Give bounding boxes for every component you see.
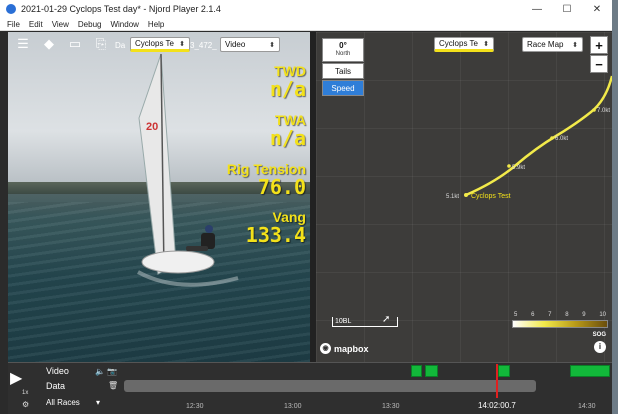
menu-window[interactable]: Window: [110, 20, 138, 29]
speed-label: 6.0kt: [555, 136, 568, 142]
metric-rig-tension: Rig Tension 76.0: [220, 162, 306, 199]
chevron-down-icon: ⬍: [483, 40, 489, 48]
chevron-down-icon: ⬍: [179, 40, 185, 48]
zoom-out-button[interactable]: −: [590, 55, 608, 73]
sog-tick: 8: [565, 312, 569, 318]
playhead[interactable]: [496, 364, 498, 398]
minimize-button[interactable]: —: [522, 4, 552, 15]
mouse-cursor-icon: ➚: [382, 314, 391, 325]
partial-label: 3_472_: [190, 41, 217, 50]
video-segment[interactable]: [411, 365, 422, 377]
speed-label: 7.0kt: [597, 108, 610, 114]
track-point: [507, 164, 511, 168]
playback-speed[interactable]: 1x: [22, 390, 28, 396]
boat-track-label: Cyclops Test: [471, 193, 511, 200]
map-select[interactable]: Race Map ⬍: [522, 37, 583, 52]
track-line: [465, 75, 612, 197]
time-tick: 12:30: [186, 403, 204, 410]
sog-title: SOG: [592, 332, 606, 338]
metric-value: n/a: [269, 77, 306, 101]
video-segment[interactable]: [425, 365, 438, 377]
video-segment[interactable]: [498, 365, 510, 377]
source-select[interactable]: Video ⬍: [220, 37, 280, 52]
info-icon[interactable]: i: [594, 341, 606, 353]
source-select-value: Video: [225, 40, 246, 49]
speed-button[interactable]: Speed: [322, 80, 364, 96]
current-time: 14:02:00.7: [478, 401, 516, 410]
sog-legend: 5 6 7 8 9 10 SOG: [512, 312, 608, 338]
sog-tick: 5: [514, 312, 518, 318]
metric-value: n/a: [269, 126, 306, 150]
sog-tick: 6: [531, 312, 535, 318]
zoom-in-button[interactable]: +: [590, 36, 608, 54]
chevron-down-icon: ⬍: [269, 41, 275, 49]
timeline-row-video: Video: [46, 366, 69, 376]
menu-view[interactable]: View: [52, 20, 69, 29]
mapbox-attribution[interactable]: ◉ mapbox: [320, 343, 369, 354]
play-icon[interactable]: ▶: [10, 368, 22, 388]
races-select[interactable]: All Races ▾: [46, 398, 100, 407]
metric-vang: Vang 133.4: [230, 210, 306, 247]
tails-button[interactable]: Tails: [322, 63, 364, 79]
monitor-icon[interactable]: ▭: [64, 35, 86, 53]
sog-tick: 7: [548, 312, 552, 318]
chevron-down-icon: ▾: [96, 398, 101, 407]
metric-twa: TWA n/a: [240, 113, 306, 150]
menu-edit[interactable]: Edit: [29, 20, 43, 29]
sog-ticks: 5 6 7 8 9 10: [512, 312, 608, 318]
speed-label: 5.9kt: [512, 165, 525, 171]
trash-icon[interactable]: 🗑: [108, 381, 118, 390]
svg-text:20: 20: [146, 121, 158, 133]
map-select-value: Race Map: [527, 40, 564, 49]
volume-icon[interactable]: 🔈: [95, 367, 105, 376]
time-tick: 13:30: [382, 403, 400, 410]
chevron-down-icon: ⬍: [572, 41, 578, 49]
boat-select-map[interactable]: Cyclops Te ⬍: [434, 37, 494, 52]
track-point: [464, 193, 468, 197]
menu-file[interactable]: File: [7, 20, 20, 29]
boat-select-video[interactable]: Cyclops Te ⬍: [130, 37, 190, 52]
boat-select-value: Cyclops Te: [439, 39, 478, 48]
north-label: North: [335, 51, 351, 57]
sog-tick: 9: [582, 312, 586, 318]
export-icon[interactable]: ⎘: [90, 35, 112, 53]
camera-icon[interactable]: 📷: [107, 367, 117, 376]
title-bar: 2021-01-29 Cyclops Test day* - Njord Pla…: [0, 0, 612, 18]
maximize-button[interactable]: ☐: [552, 4, 582, 15]
track-point: [592, 108, 596, 112]
menu-bar: File Edit View Debug Window Help: [0, 18, 612, 31]
close-button[interactable]: ✕: [582, 4, 612, 15]
data-track-bar[interactable]: [124, 380, 536, 392]
metric-value: 133.4: [245, 223, 306, 247]
gear-icon[interactable]: ⚙: [22, 400, 29, 409]
menu-help[interactable]: Help: [148, 20, 164, 29]
north-compass-button[interactable]: 0° North: [322, 38, 364, 62]
app-logo-icon: [6, 4, 16, 14]
time-tick: 13:00: [284, 403, 302, 410]
sog-gradient-bar: [512, 320, 608, 328]
metric-value: 76.0: [257, 175, 306, 199]
speed-label: 5.1kt: [446, 194, 459, 200]
north-degrees: 0°: [339, 41, 347, 50]
track-point: [550, 136, 554, 140]
mapbox-logo-icon: ◉: [320, 343, 331, 354]
diamond-arrows-icon[interactable]: ◆: [38, 35, 60, 53]
time-tick: 14:30: [578, 403, 596, 410]
races-select-value: All Races: [46, 398, 80, 407]
sog-tick: 10: [599, 312, 606, 318]
timeline-row-data: Data: [46, 381, 66, 391]
data-label: Da: [115, 41, 126, 50]
mapbox-label: mapbox: [334, 343, 369, 354]
window-title: 2021-01-29 Cyclops Test day* - Njord Pla…: [21, 4, 221, 14]
metric-twd: TWD n/a: [240, 64, 306, 101]
sliders-icon[interactable]: ☰: [12, 35, 34, 53]
boat-select-value: Cyclops Te: [135, 39, 174, 48]
menu-debug[interactable]: Debug: [78, 20, 102, 29]
video-segment[interactable]: [570, 365, 610, 377]
